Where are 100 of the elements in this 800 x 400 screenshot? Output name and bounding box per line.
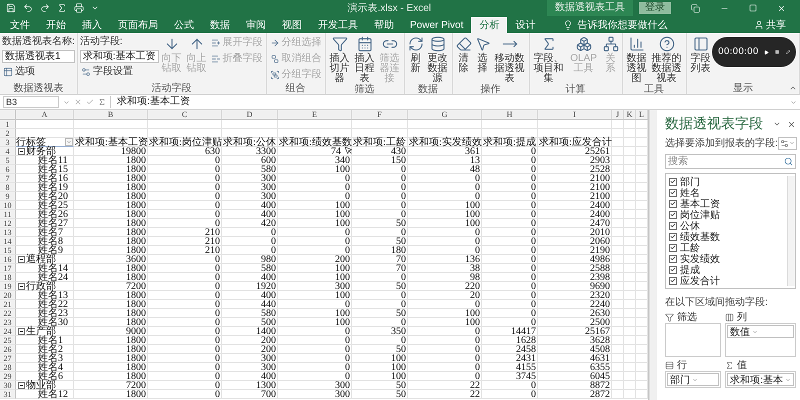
- name-field[interactable]: 求和项:基本工资: [80, 50, 159, 63]
- row-number[interactable]: 5: [0, 156, 16, 165]
- row-number[interactable]: 16: [0, 255, 16, 264]
- row-number[interactable]: 22: [0, 309, 16, 318]
- column-header[interactable]: C: [148, 110, 222, 119]
- ribbon-tab[interactable]: Power Pivot: [402, 17, 472, 33]
- row-number[interactable]: 2: [0, 129, 16, 138]
- field-item[interactable]: 工龄: [669, 242, 787, 253]
- collapse-icon[interactable]: [18, 282, 25, 290]
- pen-icon[interactable]: [786, 48, 790, 56]
- column-header[interactable]: J: [612, 110, 624, 119]
- row-number[interactable]: 3: [0, 138, 16, 147]
- column-header[interactable]: L: [636, 110, 648, 119]
- checkbox[interactable]: [669, 210, 677, 218]
- column-header[interactable]: H: [482, 110, 538, 119]
- area-field-chip[interactable]: 数值: [727, 325, 794, 338]
- formula-input[interactable]: 求和项:基本工资: [110, 96, 786, 108]
- row-number[interactable]: 9: [0, 192, 16, 201]
- field-item[interactable]: 实发绩效: [669, 253, 787, 264]
- share-button[interactable]: 共享: [748, 17, 792, 33]
- row-number[interactable]: 27: [0, 354, 16, 363]
- ribbon-tab[interactable]: 插入: [74, 17, 110, 33]
- ribbon-tab[interactable]: 开发工具: [310, 17, 366, 33]
- row-number[interactable]: 10: [0, 201, 16, 210]
- row-number[interactable]: 21: [0, 300, 16, 309]
- row-number[interactable]: 7: [0, 174, 16, 183]
- column-header[interactable]: F: [352, 110, 408, 119]
- ribbon-button[interactable]: 清除: [454, 35, 473, 74]
- ribbon-button[interactable]: 字段、项目和集: [532, 35, 566, 84]
- ribbon-button[interactable]: 选项: [2, 64, 75, 79]
- play-icon[interactable]: [764, 48, 770, 56]
- ribbon-tab[interactable]: 视图: [274, 17, 310, 33]
- ribbon-button[interactable]: 更改数据源: [426, 35, 450, 84]
- name-field[interactable]: 数据透视表1: [2, 50, 75, 63]
- column-header[interactable]: K: [624, 110, 636, 119]
- tell-me-search[interactable]: 告诉我你想要做什么: [557, 17, 674, 33]
- field-item[interactable]: 部门: [669, 176, 787, 187]
- column-header[interactable]: D: [222, 110, 278, 119]
- column-header[interactable]: I: [538, 110, 612, 119]
- ribbon-tab[interactable]: 设计: [507, 17, 544, 33]
- checkbox[interactable]: [669, 222, 677, 230]
- ribbon-tab[interactable]: 审阅: [238, 17, 274, 33]
- stop-icon[interactable]: [775, 48, 780, 56]
- search-field[interactable]: 搜索: [665, 154, 796, 169]
- drop-area[interactable]: 数值: [725, 323, 796, 357]
- ribbon-tab[interactable]: 帮助: [366, 17, 402, 33]
- row-number[interactable]: 17: [0, 264, 16, 273]
- settings-button[interactable]: [778, 136, 797, 150]
- collapse-icon[interactable]: [18, 256, 25, 262]
- checkbox[interactable]: [669, 232, 677, 240]
- field-item[interactable]: 提成: [669, 264, 787, 275]
- vertical-scrollbar[interactable]: [649, 110, 657, 400]
- column-header[interactable]: B: [74, 110, 148, 119]
- ribbon-button[interactable]: 数据透视图: [624, 35, 649, 84]
- ribbon-button[interactable]: 选择: [474, 35, 492, 74]
- row-number[interactable]: 1: [0, 120, 16, 129]
- field-item[interactable]: 岗位津贴: [669, 209, 787, 220]
- row-number[interactable]: 28: [0, 363, 16, 372]
- checkbox[interactable]: [669, 188, 677, 196]
- checkbox[interactable]: [669, 200, 677, 208]
- ribbon-tab[interactable]: 开始: [38, 17, 74, 33]
- row-number[interactable]: 19: [0, 282, 16, 291]
- row-number[interactable]: 31: [0, 390, 16, 399]
- ribbon-button[interactable]: 字段列表: [688, 35, 713, 74]
- checkbox[interactable]: [669, 178, 677, 186]
- row-number[interactable]: 4: [0, 147, 16, 156]
- column-header[interactable]: A: [16, 110, 74, 119]
- field-item[interactable]: 姓名: [669, 187, 787, 198]
- ribbon-button[interactable]: 推荐的数据透视表: [650, 35, 684, 84]
- sign-in-button[interactable]: 登录: [639, 2, 671, 14]
- collapse-icon[interactable]: [18, 382, 25, 388]
- row-number[interactable]: 11: [0, 210, 16, 219]
- row-number[interactable]: 30: [0, 381, 16, 390]
- column-header[interactable]: G: [408, 110, 482, 119]
- checkbox[interactable]: [669, 266, 677, 274]
- ribbon-button[interactable]: 移动数据透视表: [492, 35, 527, 84]
- checkbox[interactable]: [669, 276, 677, 284]
- row-number[interactable]: 12: [0, 219, 16, 228]
- row-number[interactable]: 8: [0, 183, 16, 192]
- ribbon-tab[interactable]: 文件: [2, 17, 38, 33]
- row-number[interactable]: 6: [0, 165, 16, 174]
- ribbon-tab[interactable]: 公式: [166, 17, 202, 33]
- row-number[interactable]: 18: [0, 273, 16, 282]
- ribbon-button[interactable]: 刷新: [406, 35, 425, 74]
- collapse-icon[interactable]: [18, 148, 25, 154]
- row-number[interactable]: 26: [0, 345, 16, 354]
- ribbon-button[interactable]: 字段设置: [80, 64, 159, 79]
- ribbon-button[interactable]: 插入切片器: [328, 35, 352, 84]
- checkbox[interactable]: [669, 244, 677, 252]
- ribbon-button[interactable]: 插入日程表: [352, 35, 377, 84]
- row-number[interactable]: 20: [0, 291, 16, 300]
- row-number[interactable]: 15: [0, 246, 16, 255]
- collapse-icon[interactable]: [18, 328, 25, 334]
- row-number[interactable]: 13: [0, 228, 16, 237]
- ribbon-tab[interactable]: 分析: [471, 17, 508, 33]
- row-number[interactable]: 23: [0, 318, 16, 327]
- row-number[interactable]: 14: [0, 237, 16, 246]
- row-number[interactable]: 25: [0, 336, 16, 345]
- column-header[interactable]: E: [278, 110, 352, 119]
- row-number[interactable]: 24: [0, 327, 16, 336]
